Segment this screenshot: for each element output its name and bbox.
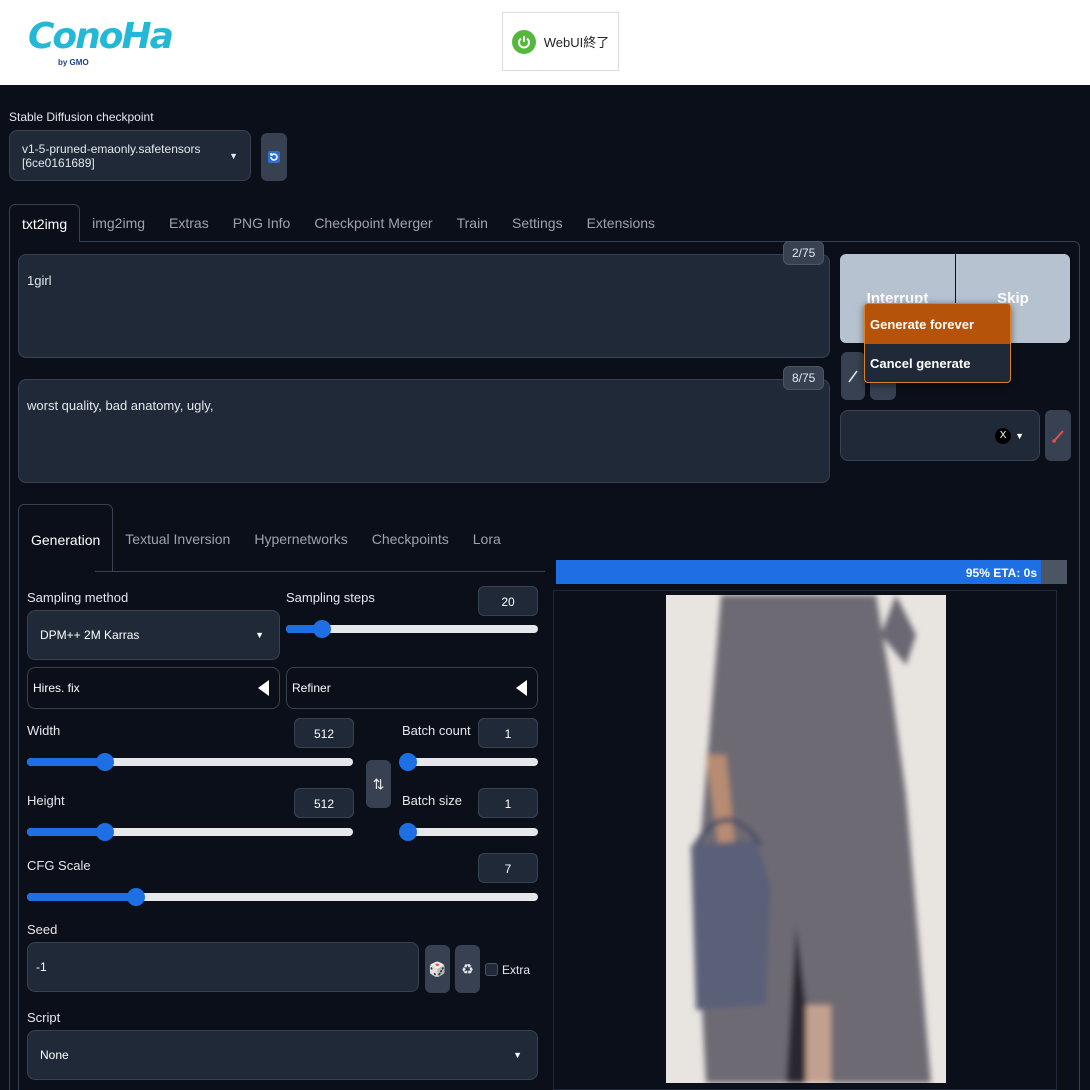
- read-generation-params-button[interactable]: [841, 352, 865, 400]
- refresh-icon: [268, 151, 280, 163]
- swap-arrows-icon: ⇅: [372, 775, 385, 792]
- sampling-steps-input[interactable]: 20: [478, 586, 538, 616]
- generated-image-art: [666, 595, 946, 1083]
- slider-fill: [27, 828, 105, 836]
- main-tabs: txt2img img2img Extras PNG Info Checkpoi…: [9, 204, 667, 242]
- seed-value: -1: [36, 960, 47, 974]
- hires-fix-label: Hires. fix: [33, 681, 80, 695]
- slider-fill: [27, 893, 136, 901]
- power-icon: [511, 29, 536, 54]
- top-header: ConoHa by GMO WebUI終了: [0, 0, 1090, 85]
- clear-styles-icon[interactable]: X: [995, 427, 1012, 444]
- chevron-down-icon: ▼: [513, 1050, 522, 1060]
- tab-extras[interactable]: Extras: [157, 204, 221, 242]
- brush-icon: [1052, 429, 1064, 443]
- script-dropdown[interactable]: None ▼: [27, 1030, 538, 1080]
- tab-settings[interactable]: Settings: [500, 204, 575, 242]
- generated-image-preview[interactable]: [666, 595, 946, 1083]
- refiner-accordion[interactable]: Refiner: [286, 667, 538, 709]
- chevron-down-icon: ▼: [255, 630, 264, 640]
- recycle-icon: ♻: [461, 960, 474, 977]
- cfg-scale-label: CFG Scale: [27, 858, 91, 873]
- sampling-steps-label: Sampling steps: [286, 590, 375, 605]
- tab-checkpoint-merger[interactable]: Checkpoint Merger: [302, 204, 444, 242]
- subtab-hypernetworks[interactable]: Hypernetworks: [242, 504, 359, 571]
- generate-context-menu: Generate forever Cancel generate forever: [864, 303, 1011, 383]
- subtab-border: [18, 571, 19, 1090]
- height-input[interactable]: 512: [294, 788, 354, 818]
- swap-dimensions-button[interactable]: ⇅: [366, 760, 391, 808]
- generation-subtabs: Generation Textual Inversion Hypernetwor…: [18, 504, 513, 571]
- cancel-generate-forever-item[interactable]: Cancel generate forever: [865, 344, 1010, 382]
- slider-thumb[interactable]: [96, 753, 114, 771]
- tab-extensions[interactable]: Extensions: [575, 204, 667, 242]
- tab-png-info[interactable]: PNG Info: [221, 204, 303, 242]
- extra-label: Extra: [502, 963, 531, 977]
- batch-count-input[interactable]: 1: [478, 718, 538, 748]
- slider-thumb[interactable]: [399, 753, 417, 771]
- extra-checkbox[interactable]: [485, 963, 498, 976]
- tab-txt2img[interactable]: txt2img: [9, 204, 81, 242]
- progress-bar: 95% ETA: 0s: [556, 560, 1067, 584]
- height-slider[interactable]: [27, 823, 353, 841]
- batch-size-label: Batch size: [402, 793, 462, 808]
- negative-prompt-token-counter: 8/75: [783, 366, 825, 390]
- slider-thumb[interactable]: [313, 620, 331, 638]
- prompt-input[interactable]: 1girl: [18, 254, 830, 358]
- hires-fix-accordion[interactable]: Hires. fix: [27, 667, 280, 709]
- checkpoint-dropdown[interactable]: v1-5-pruned-emaonly.safetensors [6ce0161…: [9, 130, 251, 181]
- sampling-method-label: Sampling method: [27, 590, 129, 605]
- batch-count-label: Batch count: [402, 723, 471, 738]
- width-label: Width: [27, 723, 61, 738]
- checkpoint-value: v1-5-pruned-emaonly.safetensors [6ce0161…: [22, 141, 201, 170]
- subtab-generation[interactable]: Generation: [18, 504, 114, 571]
- webui-end-button[interactable]: WebUI終了: [502, 12, 619, 71]
- sampling-steps-slider[interactable]: [286, 620, 538, 638]
- chevron-down-icon: ▼: [229, 150, 238, 161]
- collapse-triangle-icon: [258, 680, 269, 696]
- progress-text: 95% ETA: 0s: [965, 566, 1037, 580]
- height-label: Height: [27, 793, 65, 808]
- seed-input[interactable]: -1: [27, 942, 419, 992]
- script-value: None: [40, 1048, 69, 1062]
- batch-size-slider[interactable]: [399, 823, 538, 841]
- cfg-scale-slider[interactable]: [27, 888, 538, 906]
- slider-fill: [27, 758, 105, 766]
- webui-end-label: WebUI終了: [543, 35, 610, 50]
- sampling-method-dropdown[interactable]: DPM++ 2M Karras ▼: [27, 610, 280, 660]
- checkpoint-label: Stable Diffusion checkpoint: [9, 110, 154, 124]
- generate-forever-item[interactable]: Generate forever: [865, 304, 1010, 344]
- sampling-method-value: DPM++ 2M Karras: [40, 628, 140, 642]
- refiner-label: Refiner: [292, 681, 331, 695]
- conoha-logo: ConoHa by GMO: [28, 16, 174, 67]
- subtab-textual-inversion[interactable]: Textual Inversion: [113, 504, 242, 571]
- edit-styles-button[interactable]: [1045, 410, 1071, 461]
- width-slider[interactable]: [27, 753, 353, 771]
- random-seed-button[interactable]: 🎲: [425, 945, 450, 993]
- tab-img2img[interactable]: img2img: [80, 204, 157, 242]
- subtab-checkpoints[interactable]: Checkpoints: [360, 504, 461, 571]
- negative-prompt-input[interactable]: worst quality, bad anatomy, ugly,: [18, 379, 830, 483]
- arrow-icon: [848, 370, 858, 383]
- width-input[interactable]: 512: [294, 718, 354, 748]
- styles-dropdown[interactable]: X ▼: [840, 410, 1040, 461]
- refresh-checkpoint-button[interactable]: [261, 133, 287, 181]
- reuse-seed-button[interactable]: ♻: [455, 945, 480, 993]
- slider-thumb[interactable]: [127, 888, 145, 906]
- slider-thumb[interactable]: [96, 823, 114, 841]
- subtab-lora[interactable]: Lora: [461, 504, 513, 571]
- prompt-token-counter: 2/75: [783, 241, 825, 265]
- batch-size-input[interactable]: 1: [478, 788, 538, 818]
- seed-label: Seed: [27, 922, 58, 937]
- batch-count-slider[interactable]: [399, 753, 538, 771]
- slider-thumb[interactable]: [399, 823, 417, 841]
- subtab-divider: [95, 571, 545, 572]
- collapse-triangle-icon: [516, 680, 527, 696]
- script-label: Script: [27, 1010, 61, 1025]
- dice-icon: 🎲: [428, 960, 447, 977]
- cfg-scale-input[interactable]: 7: [478, 853, 538, 883]
- chevron-down-icon: ▼: [1015, 430, 1024, 441]
- tab-train[interactable]: Train: [445, 204, 500, 242]
